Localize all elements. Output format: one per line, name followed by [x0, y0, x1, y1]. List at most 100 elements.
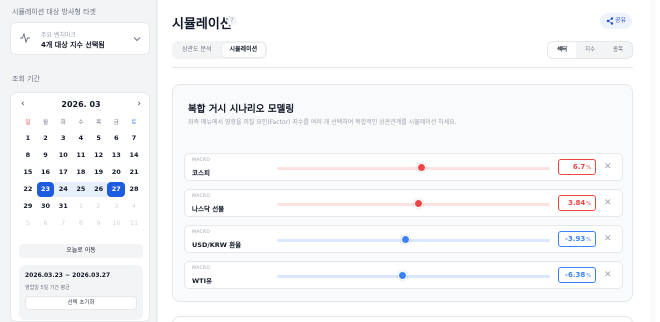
calendar-day[interactable]: 24	[54, 182, 73, 197]
next-card	[172, 316, 633, 322]
calendar-day[interactable]: 23	[36, 182, 55, 197]
scope-segment: 섹터 지수 종목	[547, 41, 633, 59]
close-icon[interactable]: ✕	[604, 233, 612, 245]
factor-slider-track[interactable]	[277, 167, 550, 170]
calendar-day[interactable]: 18	[72, 165, 90, 180]
factor-value-input[interactable]: 6.7%	[558, 159, 596, 175]
factor-name: USD/KRW 환율	[192, 241, 242, 249]
calendar-day[interactable]: 9	[37, 148, 55, 163]
calendar-day[interactable]: 20	[107, 165, 125, 180]
calendar-day[interactable]: 17	[54, 165, 72, 180]
calendar-day[interactable]: 10	[107, 216, 125, 231]
factor-unit: %	[586, 201, 591, 207]
calendar-day[interactable]: 2	[37, 131, 55, 146]
factor-value-input[interactable]: 3.84%	[558, 195, 596, 211]
factor-name: 나스닥 선물	[192, 205, 225, 213]
calendar-day[interactable]: 28	[125, 182, 143, 197]
calendar-day[interactable]: 7	[54, 216, 72, 231]
chevron-down-icon	[133, 37, 141, 42]
sidebar: 시뮬레이션 대상 방사형 타겟 주요 벤치마크 4개 대상 지수 선택됨 조회 …	[0, 0, 157, 322]
factor-value: 6.7	[572, 163, 586, 171]
divider	[172, 67, 633, 68]
calendar-day[interactable]: 7	[125, 131, 143, 146]
calendar-day[interactable]: 29	[19, 199, 37, 214]
calendar-day[interactable]: 5	[19, 216, 37, 231]
calendar-day[interactable]: 14	[125, 148, 143, 163]
calendar-day[interactable]: 13	[107, 148, 125, 163]
factor-tag: MACRO	[192, 230, 211, 235]
selected-range: 2026.03.23 ~ 2026.03.27 영업일 5일 기간 평균 선택 …	[19, 265, 143, 320]
calendar-day[interactable]: 11	[125, 216, 143, 231]
factor-value-input[interactable]: -3.93%	[558, 231, 596, 247]
calendar-day[interactable]: 12	[90, 148, 108, 163]
calendar-day[interactable]: 3	[54, 131, 72, 146]
calendar-day[interactable]: 8	[19, 148, 37, 163]
benchmark-selector[interactable]: 주요 벤치마크 4개 대상 지수 선택됨	[10, 22, 150, 55]
factor-row: MACRO 나스닥 선물 3.84% ✕	[184, 189, 623, 217]
reset-selection-button[interactable]: 선택 초기화	[25, 296, 137, 310]
today-button[interactable]: 오늘로 이동	[19, 244, 143, 258]
weekday-label: 토	[131, 120, 137, 126]
close-icon[interactable]: ✕	[604, 161, 612, 173]
calendar-day[interactable]: 9	[90, 216, 108, 231]
calendar-day[interactable]: 1	[72, 199, 90, 214]
scrollbar[interactable]	[650, 0, 656, 322]
calendar-day[interactable]: 6	[37, 216, 55, 231]
segment-index[interactable]: 지수	[576, 42, 604, 58]
calendar-month: 2026. 03	[61, 100, 101, 109]
target-label: 시뮬레이션 대상 방사형 타겟	[12, 8, 96, 16]
factor-slider-track[interactable]	[277, 275, 550, 278]
benchmark-value: 4개 대상 지수 선택됨	[41, 41, 105, 49]
factor-name: WTI유	[192, 277, 213, 285]
factor-slider-handle[interactable]	[417, 163, 427, 172]
calendar-day[interactable]: 22	[19, 182, 37, 197]
factor-name: 코스피	[192, 169, 210, 177]
help-icon[interactable]: ?	[227, 16, 237, 26]
calendar-day[interactable]: 2	[90, 199, 108, 214]
calendar-day[interactable]: 8	[72, 216, 90, 231]
calendar-day[interactable]: 30	[37, 199, 55, 214]
calendar-day[interactable]: 27	[107, 182, 126, 197]
calendar-day[interactable]: 10	[54, 148, 72, 163]
chevron-right-icon[interactable]: ›	[137, 99, 141, 109]
weekday-label: 금	[113, 120, 119, 126]
calendar-day[interactable]: 21	[125, 165, 143, 180]
factor-slider-handle[interactable]	[400, 235, 410, 244]
page-title: 시뮬레이션	[172, 17, 232, 32]
close-icon[interactable]: ✕	[604, 269, 612, 281]
factor-row: MACRO WTI유 -6.38% ✕	[184, 261, 623, 289]
factor-slider-handle[interactable]	[414, 199, 424, 208]
calendar-day[interactable]: 4	[125, 199, 143, 214]
calendar-day[interactable]: 15	[19, 165, 37, 180]
calendar-day[interactable]: 6	[107, 131, 125, 146]
factor-value: -6.38	[565, 271, 586, 279]
factor-slider-track[interactable]	[277, 239, 550, 242]
weekday-label: 일	[25, 120, 31, 126]
calendar-day[interactable]: 25	[72, 182, 90, 197]
calendar-day[interactable]: 16	[37, 165, 55, 180]
calendar-day[interactable]: 26	[89, 182, 108, 197]
close-icon[interactable]: ✕	[604, 197, 612, 209]
factor-unit: %	[586, 237, 591, 243]
calendar-day[interactable]: 4	[72, 131, 90, 146]
calendar: ‹ 2026. 03 › 일 월 화 수 목 금 토 1 2 3 4 5 6 7 8 9 10 11 12 13 14 1…	[10, 92, 150, 322]
scenario-card: 복합 거시 시나리오 모델링 좌측 메뉴에서 영향을 끼칠 요인(Factor)…	[172, 84, 633, 302]
factor-row: MACRO 코스피 6.7% ✕	[184, 153, 623, 181]
calendar-day[interactable]: 31	[54, 199, 72, 214]
factor-unit: %	[586, 165, 591, 171]
calendar-day[interactable]: 5	[90, 131, 108, 146]
segment-sector[interactable]: 섹터	[548, 42, 576, 58]
tab-correlation[interactable]: 상관도 분석	[174, 43, 220, 57]
segment-stock[interactable]: 종목	[604, 42, 632, 58]
view-tabs: 상관도 분석 시뮬레이션	[172, 41, 268, 59]
calendar-day[interactable]: 1	[19, 131, 37, 146]
calendar-day[interactable]: 3	[107, 199, 125, 214]
card-description: 좌측 메뉴에서 영향을 끼칠 요인(Factor) 지수를 여러 개 선택하여 …	[188, 119, 457, 126]
tab-simulation[interactable]: 시뮬레이션	[221, 43, 266, 57]
calendar-day[interactable]: 11	[72, 148, 90, 163]
range-sub: 영업일 5일 기간 평균	[25, 285, 70, 291]
calendar-day[interactable]: 19	[90, 165, 108, 180]
factor-slider-handle[interactable]	[398, 271, 408, 280]
share-button[interactable]: 공유	[600, 13, 632, 29]
factor-value-input[interactable]: -6.38%	[558, 267, 596, 283]
